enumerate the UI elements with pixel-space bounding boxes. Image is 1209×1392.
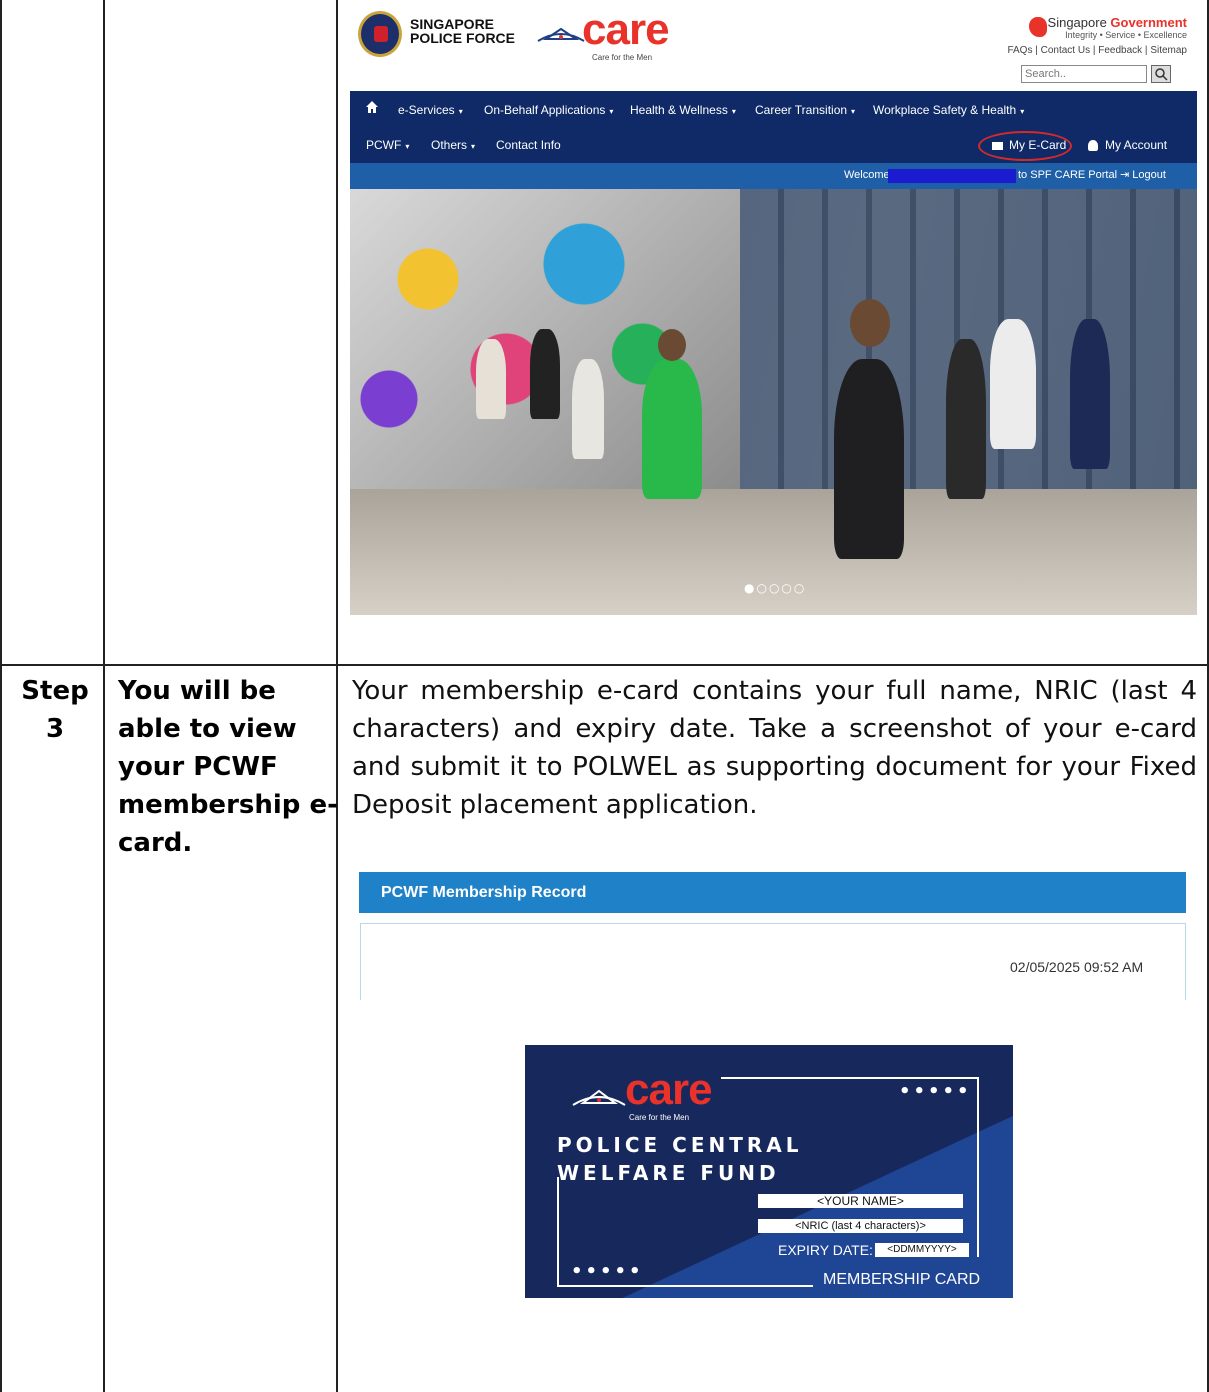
gov-title-prefix: Singapore	[1047, 15, 1111, 30]
card-frame	[721, 1077, 979, 1079]
person-figure	[834, 359, 904, 559]
nav-e-services[interactable]: e-Services ▾	[398, 103, 463, 117]
portal-header: SINGAPORE POLICE FORCE care Care for the…	[350, 5, 1197, 91]
card-fund-name: POLICE CENTRAL WELFARE FUND	[557, 1131, 803, 1187]
care-logo: care Care for the Men	[536, 5, 676, 63]
lion-head-icon	[1029, 17, 1047, 37]
search-button[interactable]	[1151, 65, 1171, 83]
nav-label: Workplace Safety & Health	[873, 103, 1017, 117]
logout-icon: ⇥	[1120, 169, 1130, 181]
user-icon	[1088, 140, 1098, 152]
link-faqs[interactable]: FAQs	[1007, 45, 1032, 56]
step-title: You will be able to view your PCWF membe…	[118, 676, 338, 858]
step-description: Your membership e-card contains your ful…	[352, 676, 1197, 820]
nav-label: Health & Wellness	[630, 103, 728, 117]
officer-cap-icon	[537, 27, 585, 42]
my-account-link[interactable]: My Account	[1088, 138, 1167, 152]
logout-link[interactable]: ⇥ Logout	[1120, 168, 1166, 181]
nav-on-behalf[interactable]: On-Behalf Applications ▾	[484, 103, 613, 117]
record-datetime: 02/05/2025 09:52 AM	[1010, 959, 1144, 975]
card-expiry-field: <DDMMYYYY>	[875, 1243, 969, 1257]
link-feedback[interactable]: Feedback	[1098, 45, 1142, 56]
person-figure	[530, 329, 560, 419]
nav-label: Others	[431, 138, 468, 152]
link-contact[interactable]: Contact Us	[1041, 45, 1090, 56]
nav-label: Contact Info	[496, 138, 561, 152]
nav-label: e-Services	[398, 103, 455, 117]
person-figure	[642, 359, 702, 499]
logout-label: Logout	[1132, 169, 1166, 181]
link-sitemap[interactable]: Sitemap	[1150, 45, 1187, 56]
table-border	[0, 0, 2, 1392]
nav-wsh[interactable]: Workplace Safety & Health ▾	[873, 103, 1024, 117]
gov-brand: Singapore Government Integrity • Service…	[1048, 15, 1187, 40]
person-figure	[1070, 319, 1110, 469]
hero-banner-image: ●○○○○	[350, 189, 1197, 615]
fund-line-2: WELFARE FUND	[557, 1161, 780, 1185]
person-figure	[572, 359, 604, 459]
table-border	[0, 664, 1209, 666]
care-tagline: Care for the Men	[592, 53, 653, 62]
main-nav: e-Services ▾ On-Behalf Applications ▾ Heal…	[350, 91, 1197, 163]
card-care-tagline: Care for the Men	[629, 1113, 690, 1122]
search-input[interactable]: Search..	[1021, 65, 1147, 83]
nav-health[interactable]: Health & Wellness ▾	[630, 103, 736, 117]
slider-dots[interactable]: ●○○○○	[744, 581, 806, 595]
nav-contact-info[interactable]: Contact Info	[496, 138, 561, 152]
nav-others[interactable]: Others ▾	[431, 138, 475, 152]
card-frame	[557, 1177, 559, 1287]
spf-name-text: SINGAPORE POLICE FORCE	[410, 16, 516, 46]
spf-crest-icon	[358, 11, 402, 57]
person-figure	[476, 339, 506, 419]
home-icon[interactable]	[366, 101, 378, 116]
membership-ecard: ••••• ••••• care Care for the Men POLICE…	[525, 1045, 1013, 1298]
spf-name: SINGAPORE POLICE FORCE	[410, 17, 520, 45]
person-figure	[990, 319, 1036, 449]
person-figure	[946, 339, 986, 499]
person-head	[658, 329, 686, 361]
card-type-label: MEMBERSHIP CARD	[823, 1271, 981, 1288]
gov-title-suffix: Government	[1110, 15, 1187, 30]
top-links: FAQs | Contact Us | Feedback | Sitemap	[1007, 45, 1187, 56]
welcome-bar: Welcome to SPF CARE Portal ⇥ Logout	[350, 163, 1197, 189]
my-ecard-label: My E-Card	[1009, 138, 1067, 152]
redacted-username	[888, 169, 1016, 183]
officer-cap-icon	[572, 1089, 626, 1106]
fund-line-1: POLICE CENTRAL	[557, 1133, 803, 1157]
search-icon	[1155, 68, 1168, 81]
card-frame	[977, 1077, 979, 1257]
card-icon	[992, 141, 1003, 150]
table-border	[103, 0, 105, 1392]
person-head	[850, 299, 890, 347]
card-frame	[557, 1285, 813, 1287]
nav-career[interactable]: Career Transition ▾	[755, 103, 855, 117]
card-dots: •••••	[571, 1261, 644, 1282]
my-ecard-link[interactable]: My E-Card	[992, 138, 1066, 152]
nav-label: On-Behalf Applications	[484, 103, 606, 117]
card-dots: •••••	[899, 1081, 972, 1102]
card-nric-field: <NRIC (last 4 characters)>	[758, 1219, 963, 1233]
portal-screenshot: SINGAPORE POLICE FORCE care Care for the…	[350, 5, 1197, 615]
nav-pcwf[interactable]: PCWF ▾	[366, 138, 409, 152]
nav-label: PCWF	[366, 138, 402, 152]
my-account-label: My Account	[1105, 138, 1168, 152]
care-wordmark: care	[582, 5, 670, 54]
card-expiry-label: EXPIRY DATE:	[778, 1242, 873, 1258]
portal-suffix-text: to SPF CARE Portal	[1018, 169, 1118, 181]
nav-label: Career Transition	[755, 103, 848, 117]
studio-floor	[350, 489, 1197, 615]
record-header: PCWF Membership Record	[359, 872, 1186, 913]
card-name-field: <YOUR NAME>	[758, 1194, 963, 1208]
welcome-text: Welcome	[844, 169, 890, 181]
card-care-wordmark: care	[625, 1065, 713, 1114]
gov-tagline: Integrity • Service • Excellence	[1065, 30, 1187, 40]
step-label: Step 3	[21, 676, 89, 744]
